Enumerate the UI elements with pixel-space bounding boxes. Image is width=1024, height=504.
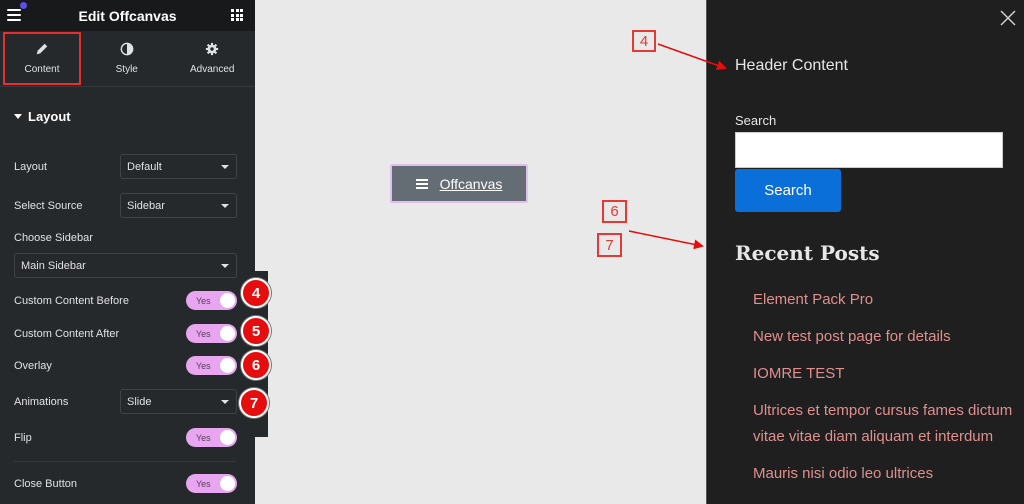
offcanvas-button-label: Offcanvas	[439, 175, 503, 192]
panel-header: Edit Offcanvas	[0, 0, 255, 31]
tab-content[interactable]: Content	[3, 32, 81, 85]
toggle-label: Yes	[196, 360, 211, 371]
select-source-value: Sidebar	[127, 199, 165, 212]
caret-down-icon	[14, 114, 22, 119]
badge-6: 6	[241, 350, 271, 380]
flip-toggle[interactable]: Yes	[186, 428, 237, 447]
close-button-toggle[interactable]: Yes	[186, 474, 237, 493]
offcanvas-trigger-button[interactable]: Offcanvas	[390, 164, 528, 203]
toggle-knob	[220, 430, 235, 445]
close-button-control: Close Button Yes	[14, 474, 237, 493]
callout-7: 7	[597, 233, 622, 257]
post-link[interactable]: New test post page for details	[753, 324, 1013, 350]
select-source-control: Select Source Sidebar	[14, 193, 237, 218]
custom-after-control: Custom Content After Yes	[14, 324, 237, 343]
custom-before-toggle[interactable]: Yes	[186, 291, 237, 310]
panel-tabs: Content Style Advanced	[0, 31, 255, 87]
tab-content-label: Content	[24, 64, 60, 75]
editor-panel: Edit Offcanvas Content Style Advanced La…	[0, 0, 255, 504]
layout-select[interactable]: Default	[120, 154, 237, 179]
tab-advanced-label: Advanced	[190, 64, 235, 75]
post-link[interactable]: Mauris nisi odio leo ultrices	[753, 461, 1013, 487]
post-link[interactable]: IOMRE TEST	[753, 361, 1013, 387]
toggle-knob	[220, 476, 235, 491]
post-link[interactable]: Ultrices et tempor cursus fames dictum v…	[753, 398, 1013, 450]
hamburger-icon	[415, 178, 428, 189]
choose-sidebar-label-row: Choose Sidebar	[14, 232, 237, 244]
recent-posts-title: Recent Posts	[735, 241, 880, 265]
choose-sidebar-label: Choose Sidebar	[14, 232, 93, 244]
layout-section-toggle[interactable]: Layout	[14, 109, 255, 124]
badge-4: 4	[241, 278, 271, 308]
apps-grid-icon[interactable]	[231, 9, 243, 21]
close-icon[interactable]	[1000, 10, 1016, 26]
offcanvas-panel: Header Content Search Search Recent Post…	[706, 0, 1024, 504]
choose-sidebar-control: Main Sidebar	[14, 253, 237, 278]
tab-style[interactable]: Style	[84, 31, 170, 86]
select-source-label: Select Source	[14, 199, 83, 212]
gear-icon	[206, 42, 219, 56]
overlay-label: Overlay	[14, 359, 52, 372]
animations-value: Slide	[127, 395, 152, 408]
layout-control: Layout Default	[14, 154, 237, 179]
tab-advanced[interactable]: Advanced	[170, 31, 256, 86]
pencil-icon	[36, 43, 48, 55]
callout-6: 6	[602, 200, 627, 223]
search-input[interactable]	[735, 132, 1003, 168]
toggle-knob	[220, 293, 235, 308]
toggle-label: Yes	[196, 295, 211, 306]
custom-after-label: Custom Content After	[14, 327, 120, 340]
flip-control: Flip Yes	[14, 428, 237, 447]
arrow-6-7	[628, 230, 704, 250]
search-label: Search	[735, 113, 777, 128]
toggle-label: Yes	[196, 432, 211, 443]
badge-7: 7	[239, 388, 269, 418]
toggle-label: Yes	[196, 478, 211, 489]
choose-sidebar-value: Main Sidebar	[21, 259, 86, 272]
chevron-down-icon	[221, 263, 229, 268]
animations-control: Animations Slide	[14, 389, 237, 414]
overlay-toggle[interactable]: Yes	[186, 356, 237, 375]
overlay-control: Overlay Yes	[14, 356, 237, 375]
notification-dot	[20, 2, 27, 9]
section-title: Layout	[28, 109, 71, 124]
badge-5: 5	[241, 316, 271, 346]
chevron-down-icon	[221, 164, 229, 169]
animations-label: Animations	[14, 395, 69, 408]
chevron-down-icon	[221, 203, 229, 208]
choose-sidebar-select[interactable]: Main Sidebar	[14, 253, 237, 278]
toggle-knob	[220, 358, 235, 373]
menu-icon[interactable]	[7, 9, 21, 21]
toggle-label: Yes	[196, 328, 211, 339]
layout-label: Layout	[14, 160, 48, 173]
custom-before-label: Custom Content Before	[14, 294, 129, 307]
recent-posts-list: Element Pack Pro New test post page for …	[753, 287, 1013, 498]
header-content: Header Content	[735, 57, 848, 74]
toggle-knob	[220, 326, 235, 341]
post-link[interactable]: Element Pack Pro	[753, 287, 1013, 313]
callout-4: 4	[632, 30, 656, 52]
close-button-label: Close Button	[14, 477, 77, 490]
panel-title: Edit Offcanvas	[78, 7, 177, 24]
custom-after-toggle[interactable]: Yes	[186, 324, 237, 343]
flip-label: Flip	[14, 431, 32, 444]
animations-select[interactable]: Slide	[120, 389, 237, 414]
half-circle-icon	[120, 42, 134, 56]
divider	[14, 461, 236, 462]
custom-before-control: Custom Content Before Yes	[14, 291, 237, 310]
tab-style-label: Style	[115, 64, 138, 75]
select-source-select[interactable]: Sidebar	[120, 193, 237, 218]
chevron-down-icon	[221, 399, 229, 404]
layout-select-value: Default	[127, 160, 162, 173]
search-button[interactable]: Search	[735, 169, 841, 212]
